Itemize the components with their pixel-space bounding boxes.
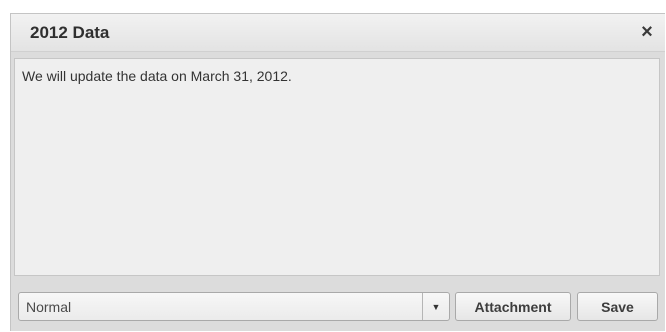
message-area: We will update the data on March 31, 201… xyxy=(14,58,660,276)
attachment-button[interactable]: Attachment xyxy=(455,292,571,321)
close-icon[interactable]: × xyxy=(635,20,659,44)
format-select-value: Normal xyxy=(26,299,72,315)
format-select[interactable]: Normal ▼ xyxy=(18,292,450,321)
save-button[interactable]: Save xyxy=(577,292,658,321)
dialog-footer: Normal ▼ Attachment Save xyxy=(11,282,665,332)
dialog: 2012 Data × We will update the data on M… xyxy=(10,13,665,331)
message-textarea[interactable]: We will update the data on March 31, 201… xyxy=(15,59,659,275)
dialog-titlebar: 2012 Data × xyxy=(11,14,665,52)
dialog-title: 2012 Data xyxy=(30,23,110,42)
chevron-down-icon[interactable]: ▼ xyxy=(422,293,449,320)
